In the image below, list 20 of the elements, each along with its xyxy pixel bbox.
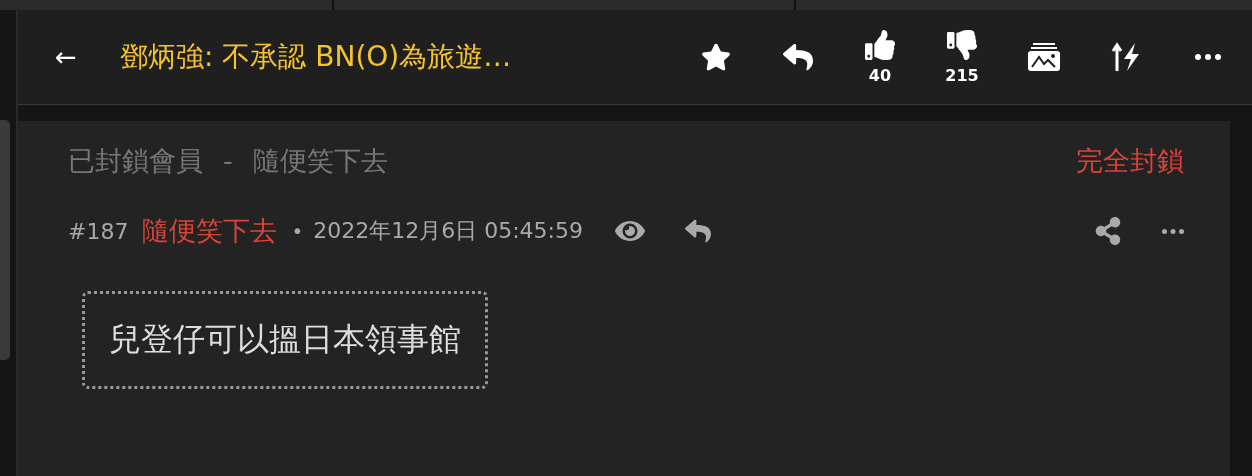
more-icon[interactable] bbox=[1162, 228, 1184, 234]
blocked-username: 隨便笑下去 bbox=[252, 145, 388, 176]
post-date: 2022年12月6日 05:45:59 bbox=[313, 217, 583, 245]
more-icon bbox=[1195, 54, 1221, 60]
back-button[interactable]: ← bbox=[46, 42, 86, 72]
like-button[interactable]: 40 bbox=[856, 29, 904, 85]
block-fully-button[interactable]: 完全封鎖 bbox=[1076, 143, 1184, 179]
dislike-button[interactable]: 215 bbox=[938, 29, 986, 85]
thumbs-down-icon bbox=[947, 29, 977, 60]
post-number: #187 bbox=[68, 218, 129, 244]
thread-title: 鄧炳強: 不承認 BN(O)為旅遊… bbox=[120, 39, 513, 75]
author-link[interactable]: 隨便笑下去 bbox=[142, 213, 278, 249]
blocked-label: 已封鎖會員 bbox=[68, 145, 203, 176]
thumbs-up-icon bbox=[865, 29, 895, 60]
post-body: 兒登仔可以搵日本領事館 bbox=[82, 291, 488, 389]
bullet: • bbox=[291, 219, 304, 243]
share-icon[interactable] bbox=[1094, 217, 1122, 245]
scrollbar[interactable] bbox=[0, 120, 10, 360]
separator: - bbox=[223, 145, 233, 176]
reply-icon[interactable] bbox=[685, 218, 711, 244]
